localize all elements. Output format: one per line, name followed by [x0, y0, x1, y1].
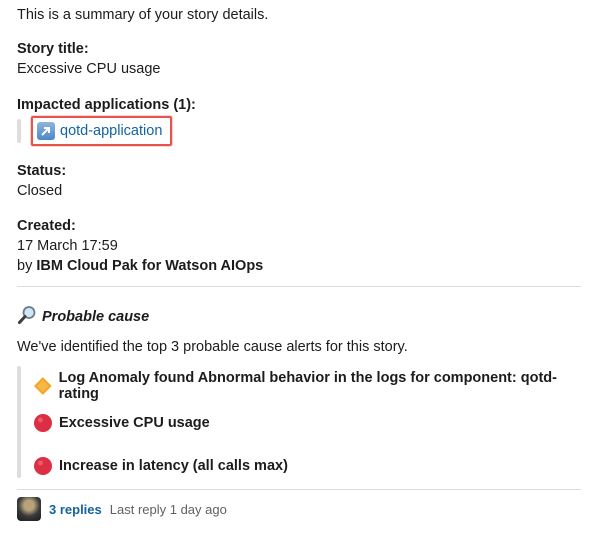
created-label: Created: [17, 218, 76, 234]
alert-text: Excessive CPU usage [59, 415, 210, 431]
alerts-quote: Log Anomaly found Abnormal behavior in t… [17, 366, 587, 478]
created-by: by IBM Cloud Pak for Watson AIOps [17, 256, 263, 276]
created-date: 17 March 17:59 [17, 238, 118, 254]
orange-diamond-icon [33, 377, 52, 395]
intro-text: This is a summary of your story details. [17, 7, 269, 23]
status-value: Closed [17, 183, 63, 199]
status-label: Status: [17, 163, 67, 179]
thread-footer: 3 replies Last reply 1 day ago [17, 497, 227, 521]
story-title-field: Story title: Excessive CPU usage [17, 39, 160, 79]
created-by-prefix: by [17, 258, 37, 274]
created-by-name: IBM Cloud Pak for Watson AIOps [36, 258, 264, 274]
magnifying-glass-icon [17, 305, 37, 329]
divider [17, 286, 581, 287]
app-link-highlight[interactable]: qotd-application [31, 116, 173, 146]
divider [17, 489, 581, 490]
alert-item: Increase in latency (all calls max) [33, 456, 288, 476]
story-title-label: Story title: [17, 41, 89, 57]
quote-bar [17, 366, 21, 478]
impacted-apps-field: Impacted applications (1): [17, 95, 196, 115]
last-reply-text: Last reply 1 day ago [109, 501, 227, 517]
probable-cause-description: We've identified the top 3 probable caus… [17, 339, 408, 355]
app-link[interactable]: qotd-application [60, 123, 162, 139]
avatar[interactable] [17, 497, 41, 521]
red-circle-icon [34, 457, 52, 475]
replies-link[interactable]: 3 replies [49, 502, 102, 517]
external-link-arrow-icon [37, 122, 55, 140]
created-field: Created: 17 March 17:59 by IBM Cloud Pak… [17, 216, 263, 276]
alert-item: Log Anomaly found Abnormal behavior in t… [33, 370, 587, 402]
alert-text: Log Anomaly found Abnormal behavior in t… [58, 370, 557, 402]
quote-bar [17, 119, 21, 143]
probable-cause-heading: Probable cause [17, 305, 149, 329]
story-title-value: Excessive CPU usage [17, 61, 161, 77]
impacted-apps-label: Impacted applications (1): [17, 97, 196, 113]
probable-cause-title: Probable cause [42, 309, 150, 325]
red-circle-icon [34, 414, 52, 432]
status-field: Status: Closed [17, 161, 66, 201]
alert-text: Increase in latency (all calls max) [59, 458, 288, 474]
impacted-apps-quote: qotd-application [17, 116, 173, 146]
alert-item: Excessive CPU usage [33, 413, 210, 433]
